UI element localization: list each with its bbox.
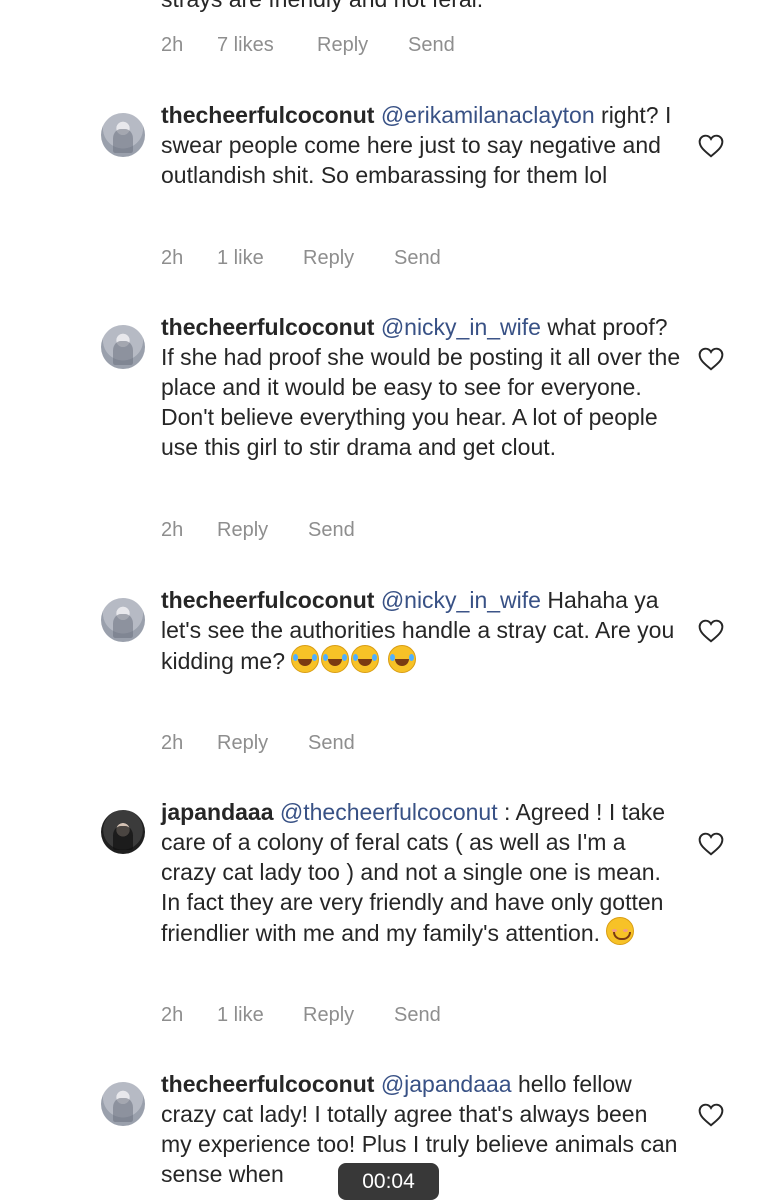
comment-text: thecheerfulcoconut @nicky_in_wife what p… [161, 312, 681, 462]
reply-button[interactable]: Reply [317, 34, 368, 57]
heart-outline-icon[interactable] [698, 347, 724, 371]
reply-button[interactable]: Reply [217, 732, 268, 755]
send-button[interactable]: Send [394, 247, 441, 270]
reply-button[interactable]: Reply [217, 519, 268, 542]
send-button[interactable]: Send [308, 519, 355, 542]
likes-count-link[interactable]: 1 like [217, 1004, 264, 1027]
comment-mention[interactable]: @japandaaa [381, 1071, 512, 1097]
avatar[interactable] [101, 598, 145, 642]
comment-time: 2h [161, 1004, 184, 1026]
face-with-tears-of-joy-icon [291, 645, 320, 673]
face-with-tears-of-joy-icon [321, 645, 350, 673]
send-button[interactable]: Send [408, 34, 455, 57]
comment-text: japandaaa @thecheerfulcoconut : Agreed !… [161, 797, 681, 948]
previous-comment-text: strays are friendly and not feral. [161, 0, 483, 13]
send-button[interactable]: Send [394, 1004, 441, 1027]
comment-mention[interactable]: @nicky_in_wife [381, 314, 541, 340]
video-timer: 00:04 [338, 1163, 439, 1200]
comment-username[interactable]: thecheerfulcoconut [161, 314, 374, 340]
comment-mention[interactable]: @erikamilanaclayton [381, 102, 595, 128]
heart-outline-icon[interactable] [698, 832, 724, 856]
comment-time: 2h [161, 34, 184, 56]
send-button[interactable]: Send [308, 732, 355, 755]
comment-mention[interactable]: @thecheerfulcoconut [280, 799, 498, 825]
comment-time: 2h [161, 247, 184, 269]
avatar[interactable] [101, 113, 145, 157]
comment-text: thecheerfulcoconut @nicky_in_wife Hahaha… [161, 585, 681, 676]
comment-time: 2h [161, 732, 184, 754]
comment-username[interactable]: thecheerfulcoconut [161, 587, 374, 613]
face-with-tears-of-joy-icon [351, 645, 380, 673]
reply-button[interactable]: Reply [303, 247, 354, 270]
comment-mention[interactable]: @nicky_in_wife [381, 587, 541, 613]
comment-text: thecheerfulcoconut @erikamilanaclayton r… [161, 100, 681, 190]
avatar[interactable] [101, 325, 145, 369]
heart-outline-icon[interactable] [698, 134, 724, 158]
likes-count-link[interactable]: 7 likes [217, 34, 274, 57]
reply-button[interactable]: Reply [303, 1004, 354, 1027]
heart-outline-icon[interactable] [698, 619, 724, 643]
face-with-tears-of-joy-icon [387, 645, 416, 673]
comment-time: 2h [161, 519, 184, 541]
likes-count-link[interactable]: 1 like [217, 247, 264, 270]
smiling-face-with-smiling-eyes-icon [606, 917, 635, 945]
comment-username[interactable]: thecheerfulcoconut [161, 102, 374, 128]
heart-outline-icon[interactable] [698, 1103, 724, 1127]
comment-username[interactable]: thecheerfulcoconut [161, 1071, 374, 1097]
avatar[interactable] [101, 1082, 145, 1126]
avatar[interactable] [101, 810, 145, 854]
comment-username[interactable]: japandaaa [161, 799, 274, 825]
